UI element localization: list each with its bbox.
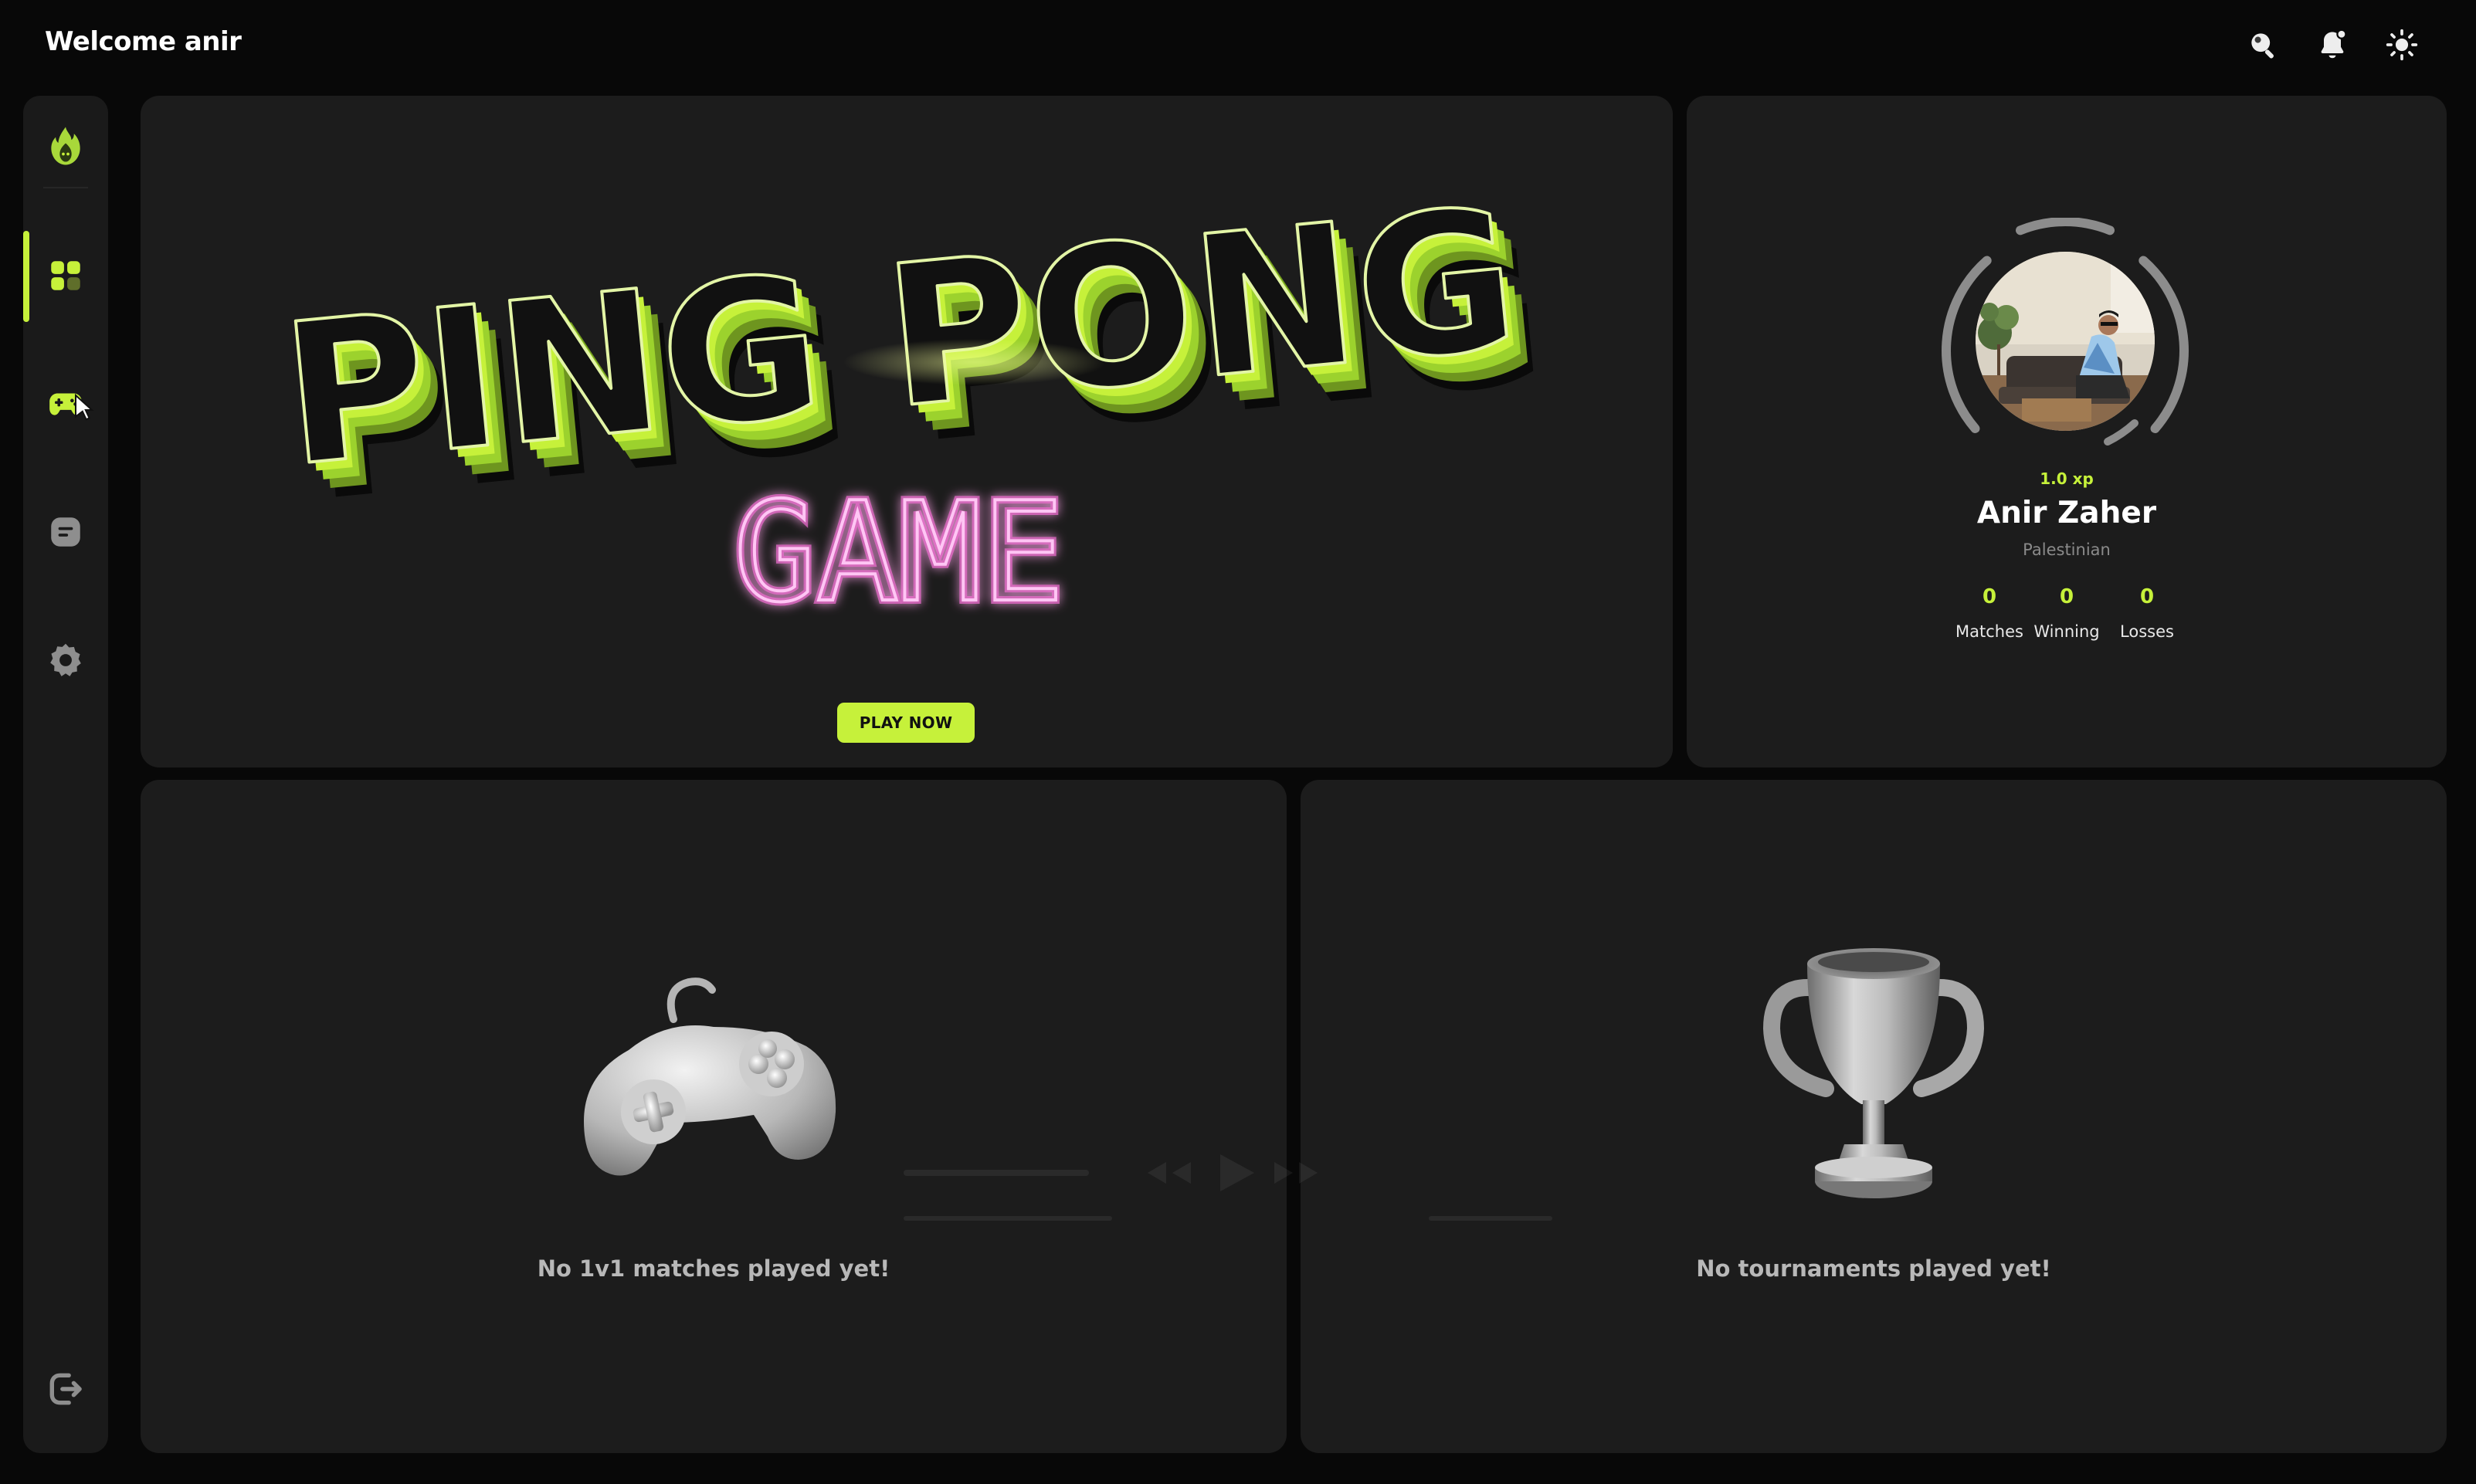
hero-card: PING PONG PING PONG PING PONG PING PONG …	[141, 96, 1673, 767]
matches-empty-text: No 1v1 matches played yet!	[537, 1255, 890, 1282]
chat-icon	[51, 517, 80, 547]
tournaments-empty-text: No tournaments played yet!	[1696, 1255, 2051, 1282]
tournaments-card: No tournaments played yet!	[1301, 780, 2447, 1453]
bell-icon[interactable]	[2315, 28, 2349, 62]
hero-shine	[843, 339, 1106, 385]
profile-card: 1.0 xp Anir Zaher Palestinian 0 Matches …	[1687, 96, 2447, 767]
grid-icon	[51, 261, 80, 290]
sidebar-item-dashboard[interactable]	[23, 233, 108, 318]
play-now-button[interactable]: PLAY NOW	[837, 703, 975, 743]
matches-card: No 1v1 matches played yet!	[141, 780, 1287, 1453]
stat-losses: 0 Losses	[2097, 585, 2197, 641]
flame-logo-icon[interactable]	[23, 103, 108, 188]
trophy-3d-icon	[1762, 948, 1985, 1198]
player-name: Anir Zaher	[1976, 496, 2157, 530]
stat-label: Losses	[2120, 622, 2174, 641]
mouse-cursor-icon	[75, 394, 94, 421]
sun-icon[interactable]	[2385, 28, 2419, 62]
avatar[interactable]	[1976, 252, 2155, 431]
media-controls-overlay	[904, 1154, 1552, 1221]
stat-value: 0	[2139, 585, 2155, 608]
sidebar-item-chat[interactable]	[23, 490, 108, 574]
search-icon[interactable]	[2246, 28, 2280, 62]
player-nationality: Palestinian	[2023, 540, 2111, 559]
gamepad-3d-icon	[584, 977, 836, 1176]
sidebar-item-settings[interactable]	[23, 618, 108, 703]
divider	[43, 187, 88, 188]
sidebar-item-logout[interactable]	[23, 1347, 108, 1431]
xp-label: 1.0 xp	[2040, 469, 2094, 488]
hero-subtitle: GAME	[734, 473, 1065, 632]
welcome-message: Welcome anir	[45, 26, 242, 57]
hero-logo: PING PONG PING PONG PING PONG PING PONG …	[273, 164, 1553, 636]
gear-icon	[50, 643, 81, 676]
logout-icon	[49, 1373, 82, 1405]
avatar-ring	[1942, 218, 2189, 465]
top-bar: Welcome anir	[0, 0, 2476, 91]
sidebar	[23, 96, 108, 1453]
